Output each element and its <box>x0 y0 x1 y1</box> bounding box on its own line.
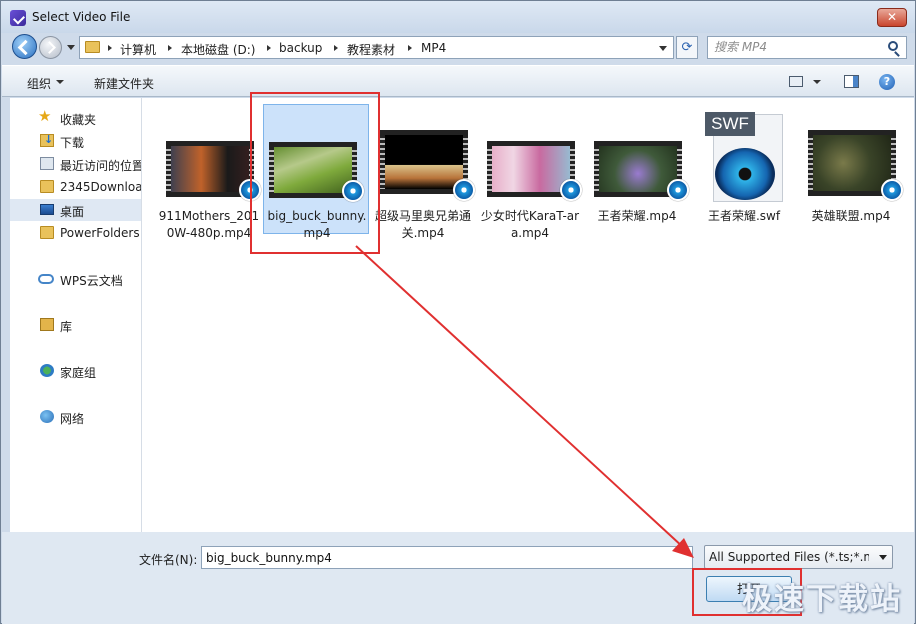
watermark-text: 极速下载站 <box>742 582 902 617</box>
annotation-arrow <box>355 245 694 558</box>
